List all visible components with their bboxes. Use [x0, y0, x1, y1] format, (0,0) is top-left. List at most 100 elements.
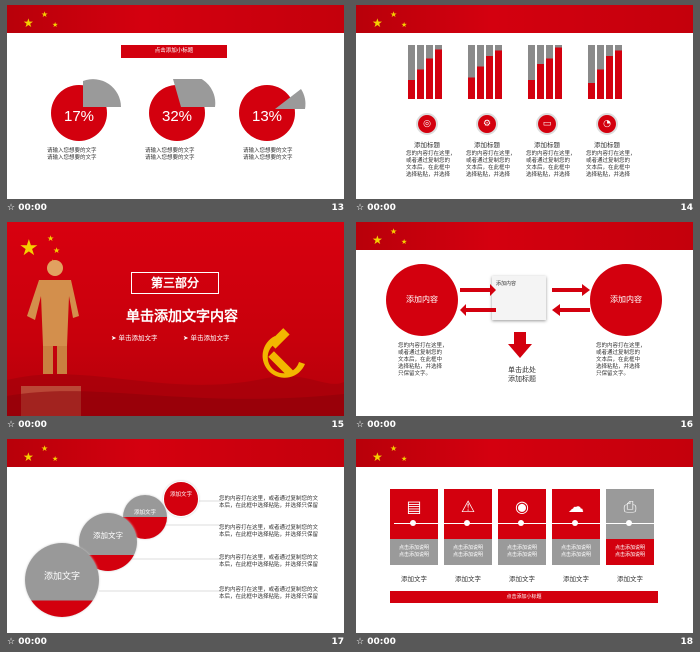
card-bottom: 点击添加说明 点击添加说明 [444, 539, 492, 565]
pie-chart-1: 17% [51, 79, 121, 141]
text-line: 您的内容打在这里，或者通过复制您的文 [219, 587, 319, 593]
slide-banner: ★ ★ ★ [356, 5, 693, 33]
down-arrow-icon [508, 332, 532, 358]
text-line: 选择粘贴，并选择 [398, 364, 443, 370]
group-text: 您的内容打在这里， 或者通过复制您的 文本后，在此框中 选择粘贴，并选择 [586, 151, 636, 179]
bar [555, 45, 562, 99]
sub-item-label: 单击添加文字 [190, 334, 230, 342]
slide-number: 15 [331, 420, 344, 430]
chart-icon: ◔ [596, 113, 618, 135]
card-desc-line: 点击添加说明 [560, 552, 591, 558]
warning-icon: ⚠ [460, 497, 476, 516]
text-line: 或者通过复制您的 [586, 158, 631, 164]
bar [606, 45, 613, 99]
bar [417, 45, 424, 99]
card-top: ▤ [390, 489, 438, 539]
bottom-title-bar: 点击添加小标题 [390, 591, 658, 603]
bar [486, 45, 493, 99]
text-line: 文本后，在此框中 [398, 357, 443, 363]
slide-number: 14 [680, 203, 693, 213]
star-icon: ★ [53, 246, 61, 255]
timing-value: 00:00 [18, 203, 47, 213]
timing-value: 00:00 [367, 637, 396, 647]
card-desc-line: 点击添加说明 [452, 552, 483, 558]
timeline-dot [626, 520, 632, 526]
text-line: 或者通过复制您的 [526, 158, 571, 164]
bar [546, 45, 553, 99]
desc-line: 请输入您想要的文字 [145, 155, 195, 161]
pie-chart-3: 13% [239, 85, 306, 141]
slide-footer: ☆ 00:00 15 [7, 416, 344, 435]
slide-footer: ☆ 00:00 14 [356, 199, 693, 218]
sub-item-2: ➤ 单击添加文字 [183, 334, 230, 342]
desc-line: 请输入您想要的文字 [47, 155, 97, 161]
text-line: 选择粘贴，并选择 [596, 364, 641, 370]
slide-thumbnail-14[interactable]: ★ ★ ★ ◎ 添加标题 您的内容打在这里， 或者通过复制您的 文本后，在此框中 选择粘贴，并… [356, 5, 693, 218]
slide-thumbnail-16[interactable]: ★ ★ ★ 添加内容 添加内容 添加内容 单击此处 添加标题 您的内容打在这里， 或… [356, 222, 693, 435]
desc-line: 请输入您想要的文字 [145, 148, 195, 154]
bar [477, 45, 484, 99]
card-desc-line: 点击添加说明 [614, 552, 645, 558]
bar [615, 45, 622, 99]
bar [597, 45, 604, 99]
group-title: 添加标题 [474, 141, 500, 149]
text-block-4: 您的内容打在这里，或者通过复制您的文 本后，在此框中选择粘贴，并选择只保留 [219, 587, 318, 601]
text-line: 您的内容打在这里，或者通过复制您的文 [219, 555, 319, 561]
slide-timing: ☆ 00:00 [356, 637, 396, 647]
bar [588, 45, 595, 99]
text-line: 选择粘贴，并选择 [466, 172, 511, 178]
group-title: 添加标题 [594, 141, 620, 149]
slide-thumbnail-18[interactable]: ★ ★ ★ ▤ 点击添加说明 点击添加说明 添加文字 ⚠ 点击添加说明 点击添加说明 添加文字 ◉ 点… [356, 439, 693, 652]
slide-thumbnail-13[interactable]: ★ ★ ★ 点击添加小标题 17% 32% 13% 请输入您想要的文字 请输入您想要… [7, 5, 344, 218]
timeline-dot [572, 520, 578, 526]
text-line: 您的内容打在这里，或者通过复制您的文 [219, 525, 319, 531]
left-text-block: 您的内容打在这里， 或者通过复制您的 文本后，在此框中 选择粘贴，并选择 只保留… [398, 343, 448, 378]
label-line: 添加标题 [508, 375, 536, 383]
left-circle: 添加内容 [386, 264, 458, 336]
slide-number: 13 [331, 203, 344, 213]
slide-thumbnail-15[interactable]: ★ ★ ★ ★ 第三部分 单击添加文字内容 ➤ 单击添加文字 ➤ 单击添加文字 … [7, 222, 344, 435]
text-block-2: 您的内容打在这里，或者通过复制您的文 本后，在此框中选择粘贴，并选择只保留 [219, 525, 318, 539]
card-desc-line: 点击添加说明 [452, 545, 483, 551]
card-top: ◉ [498, 489, 546, 539]
desc-line: 请输入您想要的文字 [243, 155, 293, 161]
pie-chart-2: 32% [149, 79, 216, 141]
printer-icon: ⎙ [623, 497, 637, 516]
card-desc-line: 点击添加说明 [506, 545, 537, 551]
pie-slice-highlight [83, 79, 121, 107]
circle-large: 添加文字 [25, 543, 99, 617]
slide-canvas: ★ ★ ★ 点击添加小标题 17% 32% 13% 请输入您想要的文字 请输入您想要… [7, 5, 344, 199]
slide-banner: ★ ★ ★ [7, 5, 344, 33]
text-line: 您的内容打在这里，或者通过复制您的文 [219, 496, 319, 502]
text-line: 文本后，在此框中 [406, 165, 451, 171]
card-desc-line: 点击添加说明 [506, 552, 537, 558]
timeline-dot [464, 520, 470, 526]
card-top: ⎙ [606, 489, 654, 539]
desc-line: 请输入您想要的文字 [243, 148, 293, 154]
text-block-1: 您的内容打在这里，或者通过复制您的文 本后，在此框中选择粘贴，并选择只保留 [219, 496, 318, 510]
text-line: 或者通过复制您的 [466, 158, 511, 164]
text-line: 您的内容打在这里， [596, 343, 646, 349]
text-line: 文本后，在此框中 [596, 357, 641, 363]
bar [537, 45, 544, 99]
card-top: ☁ [552, 489, 600, 539]
bar [408, 45, 415, 99]
bar [468, 45, 475, 99]
bar [435, 45, 442, 99]
card-label: 添加文字 [401, 575, 427, 583]
text-line: 选择粘贴，并选择 [406, 172, 451, 178]
slide-footer: ☆ 00:00 17 [7, 633, 344, 652]
slide-thumbnail-17[interactable]: ★ ★ ★ 添加文字 添加文字 添加文字 添加文字 您的内容打在这里，或者通过复制您… [7, 439, 344, 652]
text-line: 或者通过复制您的 [398, 350, 443, 356]
card-bottom: 点击添加说明 点击添加说明 [498, 539, 546, 565]
text-line: 文本后，在此框中 [466, 165, 511, 171]
card-desc-line: 点击添加说明 [614, 545, 645, 551]
text-line: 文本后，在此框中 [586, 165, 631, 171]
timing-value: 00:00 [18, 420, 47, 430]
pie-desc-1: 请输入您想要的文字 请输入您想要的文字 [47, 148, 97, 162]
desc-line: 请输入您想要的文字 [47, 148, 97, 154]
slide-canvas: ★ ★ ★ ★ 第三部分 单击添加文字内容 ➤ 单击添加文字 ➤ 单击添加文字 [7, 222, 344, 416]
slide-banner: ★ ★ ★ [356, 439, 693, 467]
bulb-icon: ◉ [515, 497, 529, 516]
card-label: 添加文字 [509, 575, 535, 583]
